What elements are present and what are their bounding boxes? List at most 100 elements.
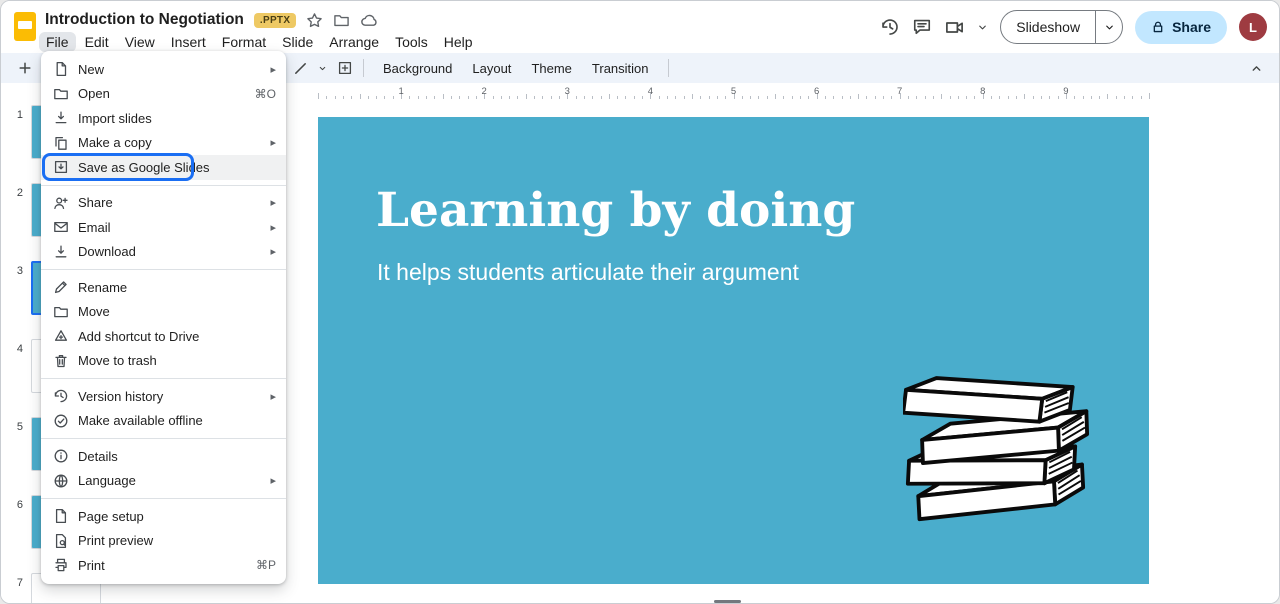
menu-item-print-preview[interactable]: Print preview [41,529,286,554]
menu-item-add-shortcut-to-drive[interactable]: Add shortcut to Drive [41,324,286,349]
horizontal-scrollbar-thumb[interactable] [714,600,741,603]
menu-item-details[interactable]: Details [41,444,286,469]
toolbar-tools: BackgroundLayoutThemeTransition [293,53,669,83]
slide-title[interactable]: Learning by doing [376,183,855,238]
ruler-number: 1 [398,86,403,97]
menu-help[interactable]: Help [437,32,480,52]
slide-number-1: 1 [9,109,23,121]
share-button[interactable]: Share [1135,11,1227,44]
version-history-icon[interactable] [880,17,900,37]
menu-item-label: Move to trash [78,353,157,368]
title-row: Introduction to Negotiation .PPTX [45,10,378,30]
menu-item-save-as-google-slides[interactable]: Save as Google Slides [41,155,286,180]
personadd-icon [53,195,69,211]
slide-number-3: 3 [9,265,23,277]
menu-item-label: Import slides [78,111,152,126]
menu-item-new[interactable]: New▸ [41,57,286,82]
print-icon [53,557,69,573]
ruler-number: 3 [565,86,570,97]
file-menu: New▸Open⌘O Import slides Make a copy▸Save … [41,51,286,584]
comment-icon[interactable] [912,17,932,37]
menu-item-email[interactable]: Email▸ [41,215,286,240]
copy-icon [53,135,69,151]
line-tool-icon[interactable] [293,61,308,76]
menu-slide[interactable]: Slide [275,32,320,52]
save-icon [53,159,69,175]
menu-edit[interactable]: Edit [78,32,116,52]
submenu-arrow-icon: ▸ [270,136,276,149]
slideshow-button[interactable]: Slideshow [1001,11,1095,43]
toolbar-separator [363,59,364,77]
newdoc-icon [53,61,69,77]
menu-item-make-available-offline[interactable]: Make available offline [41,409,286,434]
ruler-number: 5 [731,86,736,97]
menu-item-move[interactable]: Move [41,300,286,325]
menu-item-label: Download [78,244,136,259]
menu-item-label: Print preview [78,533,153,548]
menu-item-language[interactable]: Language ▸ [41,469,286,494]
submenu-arrow-icon: ▸ [270,390,276,403]
menu-item-version-history[interactable]: Version history▸ [41,384,286,409]
slideshow-chevron-down-icon[interactable] [1096,22,1122,33]
move-folder-icon[interactable] [333,12,350,29]
toolbar-button-transition[interactable]: Transition [583,57,658,80]
email-icon [53,219,69,235]
account-avatar[interactable]: L [1239,13,1267,41]
lock-icon [1151,20,1165,34]
rename-icon [53,279,69,295]
toolbar-button-theme[interactable]: Theme [522,57,580,80]
menu-format[interactable]: Format [215,32,273,52]
menu-item-label: Details [78,449,118,464]
slide-canvas[interactable]: Learning by doing It helps students arti… [318,117,1149,584]
menu-item-shortcut: ⌘O [255,87,276,101]
line-tool-chevron-icon[interactable] [318,64,327,73]
ruler-number: 9 [1063,86,1068,97]
folder-icon [53,86,69,102]
menu-item-make-a-copy[interactable]: Make a copy▸ [41,131,286,156]
placeholder-box-icon[interactable] [337,60,353,76]
menu-divider [41,378,286,379]
submenu-arrow-icon: ▸ [270,245,276,258]
ruler-number: 2 [482,86,487,97]
menu-view[interactable]: View [118,32,162,52]
menu-item-print[interactable]: Print⌘P [41,553,286,578]
document-title[interactable]: Introduction to Negotiation [45,11,244,29]
slides-logo-bar [18,21,32,29]
cloud-status-icon[interactable] [360,11,378,29]
new-slide-plus-icon[interactable] [17,60,33,76]
menu-file[interactable]: File [39,32,76,52]
menu-item-label: Move [78,304,110,319]
menu-item-label: Add shortcut to Drive [78,329,199,344]
submenu-arrow-icon: ▸ [270,474,276,487]
menu-item-label: Share [78,195,113,210]
meet-videocam-icon[interactable] [944,17,965,38]
menu-arrange[interactable]: Arrange [322,32,386,52]
menu-item-label: Page setup [78,509,144,524]
toolbar-button-layout[interactable]: Layout [463,57,520,80]
menu-item-share[interactable]: Share▸ [41,191,286,216]
menu-item-open[interactable]: Open⌘O [41,82,286,107]
slide-number-6: 6 [9,499,23,511]
menu-item-label: Language [78,473,136,488]
submenu-arrow-icon: ▸ [270,63,276,76]
books-image[interactable] [903,355,1095,527]
menu-insert[interactable]: Insert [164,32,213,52]
collapse-toolbar-icon[interactable] [1250,62,1263,75]
menu-item-download[interactable]: Download ▸ [41,240,286,265]
slide-number-5: 5 [9,421,23,433]
menu-item-import-slides[interactable]: Import slides [41,106,286,131]
shortcut-icon [53,328,69,344]
menu-item-rename[interactable]: Rename [41,275,286,300]
menu-item-move-to-trash[interactable]: Move to trash [41,349,286,374]
toolbar-separator [668,59,669,77]
menu-tools[interactable]: Tools [388,32,435,52]
meet-chevron-down-icon[interactable] [977,22,988,33]
star-icon[interactable] [306,12,323,29]
header-actions: Slideshow Share L [880,10,1267,44]
slides-logo[interactable] [14,12,36,41]
menu-item-page-setup[interactable]: Page setup [41,504,286,529]
menu-divider [41,498,286,499]
menu-divider [41,185,286,186]
toolbar-button-background[interactable]: Background [374,57,461,80]
slide-subtitle[interactable]: It helps students articulate their argum… [377,259,799,286]
